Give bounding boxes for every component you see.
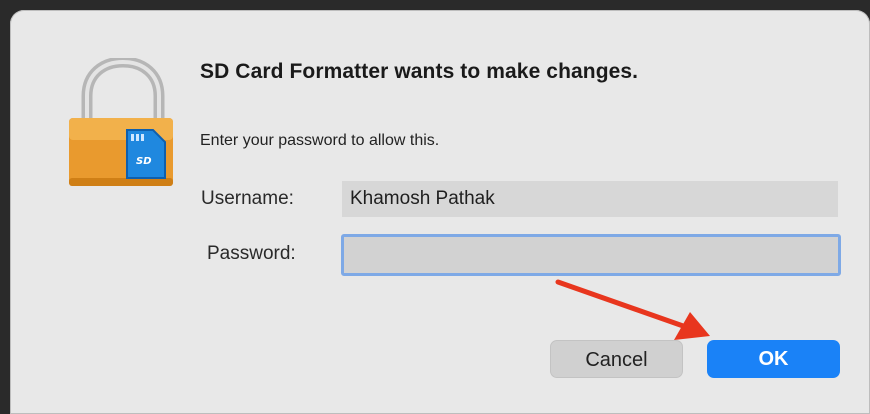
- username-field[interactable]: Khamosh Pathak: [342, 181, 838, 217]
- authorization-dialog: SD SD Card Formatter wants to make chang…: [10, 10, 870, 414]
- ok-button[interactable]: OK: [707, 340, 840, 378]
- dialog-title: SD Card Formatter wants to make changes.: [200, 60, 639, 83]
- password-field[interactable]: [341, 234, 841, 276]
- password-label: Password:: [207, 243, 296, 264]
- padlock-icon: SD: [65, 56, 185, 188]
- dialog-subtitle: Enter your password to allow this.: [200, 132, 440, 149]
- sd-card-icon: SD: [126, 129, 166, 179]
- username-label: Username:: [201, 188, 294, 209]
- cancel-button[interactable]: Cancel: [550, 340, 683, 378]
- svg-text:SD: SD: [136, 156, 152, 167]
